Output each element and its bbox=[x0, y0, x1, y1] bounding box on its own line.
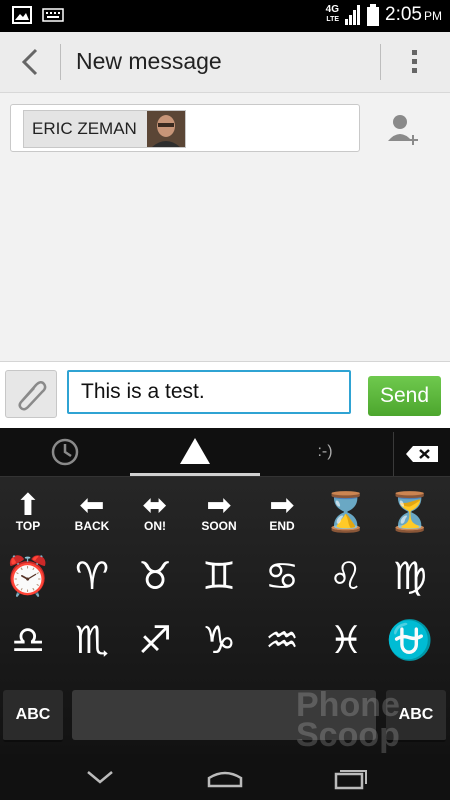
app-bar: New message bbox=[0, 32, 450, 93]
network-subtype: LTE bbox=[326, 16, 340, 23]
key-top-arrow[interactable]: ⬆ TOP bbox=[0, 484, 56, 540]
composer: This is a test. Send bbox=[0, 361, 450, 429]
hide-keyboard-chevron-icon[interactable] bbox=[80, 762, 120, 792]
on-arrow-icon: ⬌ bbox=[142, 488, 168, 523]
key-alarm-clock[interactable]: ⏰ bbox=[0, 548, 56, 604]
tab-recent[interactable] bbox=[0, 428, 130, 476]
key-taurus[interactable]: ♉ bbox=[127, 548, 183, 604]
ophiuchus-icon: ⛎ bbox=[386, 618, 434, 662]
paperclip-icon bbox=[18, 381, 47, 411]
key-aquarius[interactable]: ♒ bbox=[254, 612, 310, 668]
message-input[interactable]: This is a test. bbox=[67, 370, 351, 414]
key-virgo[interactable]: ♍ bbox=[382, 548, 438, 604]
abc-left-key[interactable]: ABC bbox=[3, 690, 63, 742]
key-hourglass-flowing[interactable]: ⏳ bbox=[382, 484, 438, 540]
key-label: ON! bbox=[144, 519, 166, 533]
soon-arrow-icon: ➡ bbox=[206, 488, 232, 523]
key-capricorn[interactable]: ♑ bbox=[191, 612, 247, 668]
hourglass-flowing-icon: ⏳ bbox=[386, 490, 434, 534]
gemini-icon: ♊ bbox=[201, 554, 237, 598]
key-end-arrow[interactable]: ➡ END bbox=[254, 484, 310, 540]
recent-clock-icon bbox=[51, 438, 79, 466]
watermark: Phone Scoop bbox=[296, 686, 400, 754]
capricorn-icon: ♑ bbox=[201, 618, 237, 662]
home-icon[interactable] bbox=[205, 762, 245, 792]
key-leo[interactable]: ♌ bbox=[318, 548, 374, 604]
keyboard-tabs: :-) bbox=[0, 428, 450, 477]
gallery-notification-icon bbox=[12, 6, 32, 24]
recent-apps-icon[interactable] bbox=[330, 762, 370, 792]
recipient-field[interactable]: ERIC ZEMAN bbox=[10, 104, 360, 152]
sagittarius-icon: ♐ bbox=[137, 618, 173, 662]
add-contact-icon[interactable] bbox=[386, 111, 422, 147]
conversation-area: ERIC ZEMAN bbox=[0, 93, 450, 361]
recipient-chip[interactable]: ERIC ZEMAN bbox=[23, 110, 186, 148]
key-libra[interactable]: ♎ bbox=[0, 612, 56, 668]
key-back-arrow[interactable]: ⬅ BACK bbox=[64, 484, 120, 540]
key-ophiuchus[interactable]: ⛎ bbox=[382, 612, 438, 668]
status-bar: 4G LTE 2:05 PM bbox=[0, 0, 450, 32]
clock: 2:05 PM bbox=[385, 4, 442, 25]
signal-icon bbox=[345, 5, 361, 25]
key-gemini[interactable]: ♊ bbox=[191, 548, 247, 604]
key-label: END bbox=[269, 519, 295, 533]
key-soon-arrow[interactable]: ➡ SOON bbox=[191, 484, 247, 540]
alarm-clock-icon: ⏰ bbox=[4, 554, 52, 598]
libra-icon: ♎ bbox=[10, 618, 46, 662]
key-sagittarius[interactable]: ♐ bbox=[127, 612, 183, 668]
key-cancer[interactable]: ♋ bbox=[254, 548, 310, 604]
virgo-icon: ♍ bbox=[392, 554, 428, 598]
key-aries[interactable]: ♈ bbox=[64, 548, 120, 604]
back-arrow-icon: ⬅ bbox=[79, 488, 105, 523]
end-arrow-icon: ➡ bbox=[269, 488, 295, 523]
aries-icon: ♈ bbox=[74, 554, 110, 598]
network-type: 4G bbox=[325, 4, 340, 15]
leo-icon: ♌ bbox=[328, 554, 364, 598]
divider bbox=[380, 44, 381, 80]
key-label: TOP bbox=[15, 519, 41, 533]
key-label: SOON bbox=[201, 519, 237, 533]
pisces-icon: ♓ bbox=[328, 618, 364, 662]
cancer-icon: ♋ bbox=[264, 554, 300, 598]
overflow-menu-icon[interactable] bbox=[405, 46, 425, 78]
back-icon[interactable] bbox=[16, 46, 44, 78]
page-title: New message bbox=[76, 48, 222, 74]
aquarius-icon: ♒ bbox=[264, 618, 300, 662]
symbols-triangle-icon bbox=[180, 437, 210, 464]
key-scorpio[interactable]: ♏ bbox=[64, 612, 120, 668]
tab-emoticons[interactable]: :-) bbox=[260, 428, 390, 476]
recipient-avatar bbox=[146, 111, 185, 147]
divider bbox=[60, 44, 61, 80]
delete-key[interactable] bbox=[393, 432, 450, 476]
key-on-arrow[interactable]: ⬌ ON! bbox=[127, 484, 183, 540]
tab-symbols[interactable] bbox=[130, 428, 260, 476]
taurus-icon: ♉ bbox=[137, 554, 173, 598]
key-label: BACK bbox=[74, 519, 110, 533]
top-arrow-icon: ⬆ bbox=[15, 488, 41, 523]
key-pisces[interactable]: ♓ bbox=[318, 612, 374, 668]
attach-button[interactable] bbox=[5, 370, 57, 418]
keyboard-notification-icon bbox=[42, 8, 64, 22]
key-hourglass[interactable]: ⌛ bbox=[318, 484, 374, 540]
scorpio-icon: ♏ bbox=[74, 618, 110, 662]
backspace-icon bbox=[406, 446, 438, 462]
recipient-name: ERIC ZEMAN bbox=[32, 119, 137, 138]
battery-icon bbox=[367, 4, 380, 26]
send-button[interactable]: Send bbox=[368, 376, 441, 416]
hourglass-icon: ⌛ bbox=[322, 490, 370, 534]
navigation-bar: Phone Scoop bbox=[0, 688, 450, 800]
